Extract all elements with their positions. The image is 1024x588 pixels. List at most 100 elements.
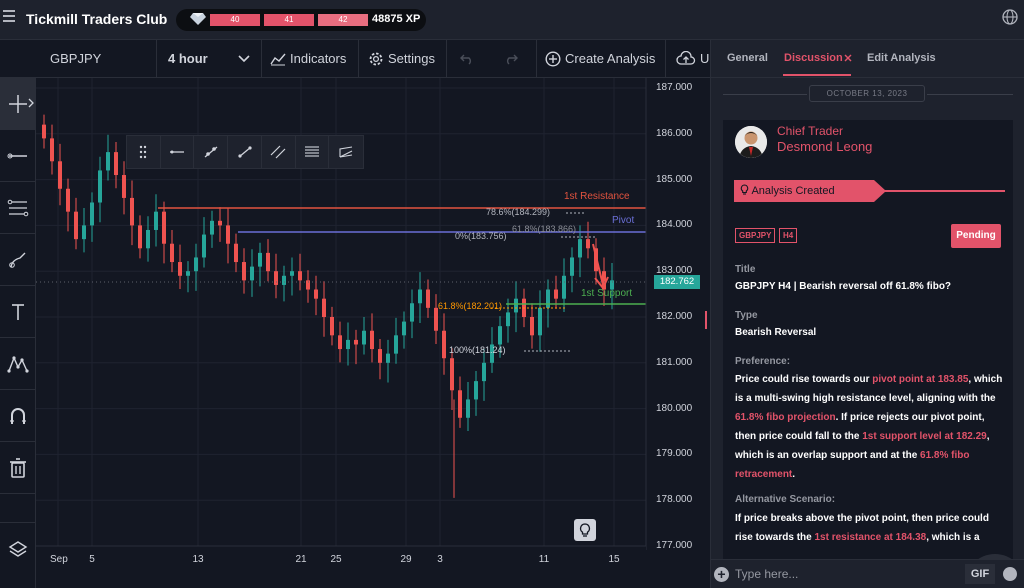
upload-icon[interactable] xyxy=(676,51,696,67)
candle xyxy=(98,170,102,203)
brush-icon xyxy=(9,252,26,268)
candle xyxy=(58,161,62,189)
pivot-label: Pivot xyxy=(612,215,635,226)
lightbulb-icon xyxy=(579,523,591,537)
plus-circle-icon[interactable] xyxy=(545,51,561,67)
fib-levels-icon xyxy=(304,146,319,157)
text-tool[interactable] xyxy=(0,286,36,338)
price-tick-label: 178.000 xyxy=(656,494,693,506)
channel-tool[interactable] xyxy=(262,136,296,168)
candle xyxy=(378,349,382,363)
delete-tool[interactable] xyxy=(0,442,36,494)
app-title: Tickmill Traders Club xyxy=(26,11,168,27)
pitchfork-icon xyxy=(339,146,353,158)
trendline-tool[interactable] xyxy=(0,130,36,182)
candle xyxy=(314,289,318,299)
pitchfork-tool[interactable] xyxy=(329,136,363,168)
candle xyxy=(282,275,286,285)
date-separator: OCTOBER 13, 2023 xyxy=(809,85,925,102)
candle xyxy=(338,335,342,350)
ray-tool[interactable] xyxy=(194,136,229,168)
symbol-tag: GBPJPY xyxy=(735,228,776,243)
horizontal-line-tool[interactable] xyxy=(161,136,195,168)
candle xyxy=(386,353,390,363)
ray-icon xyxy=(204,146,218,158)
interval-selector[interactable]: 4 hour xyxy=(168,40,208,78)
level-40: 40 xyxy=(210,14,260,26)
candle xyxy=(82,225,86,240)
emoji-icon[interactable] xyxy=(1003,567,1017,581)
price-tick-label: 182.000 xyxy=(656,311,693,322)
price-tick-label: 187.000 xyxy=(656,82,693,93)
drag-handle[interactable] xyxy=(127,136,161,168)
candle xyxy=(122,175,126,198)
price-chart[interactable]: 1st Resistance Pivot 1st Support 78.6%(1… xyxy=(36,78,710,588)
ideas-button[interactable] xyxy=(574,519,596,541)
tab-edit-analysis[interactable]: Edit Analysis xyxy=(867,52,936,64)
trendline-sub-tool[interactable] xyxy=(228,136,262,168)
candle xyxy=(210,220,214,235)
message-input[interactable] xyxy=(735,566,935,582)
drawing-subtoolbar xyxy=(126,135,364,169)
magnet-tool[interactable] xyxy=(0,390,36,442)
chevron-down-icon[interactable] xyxy=(238,54,250,64)
price-tick-label: 185.000 xyxy=(656,173,693,185)
candle xyxy=(234,243,238,263)
candle xyxy=(266,252,270,272)
candle xyxy=(362,330,366,345)
xp-value: 48875 XP xyxy=(372,13,421,25)
candle xyxy=(154,211,158,230)
crosshair-tool[interactable] xyxy=(0,78,36,130)
layers-tool[interactable] xyxy=(0,522,36,574)
settings-icon[interactable] xyxy=(368,51,384,67)
pattern-tool[interactable] xyxy=(0,338,36,390)
indicators-icon[interactable] xyxy=(270,52,286,66)
candle xyxy=(402,321,406,336)
pending-badge[interactable]: Pending xyxy=(951,224,1001,248)
panel-tabs: General Discussion Edit Analysis xyxy=(711,40,1024,78)
candle xyxy=(258,252,262,267)
gem-icon xyxy=(190,13,206,25)
candle xyxy=(482,362,486,382)
date-tick-label: 25 xyxy=(330,554,342,565)
candle xyxy=(450,358,454,391)
fib-sub-tool[interactable] xyxy=(296,136,330,168)
title-label: Title xyxy=(735,264,756,275)
close-icon[interactable] xyxy=(844,54,852,62)
level-41: 41 xyxy=(264,14,314,26)
candle xyxy=(170,243,174,263)
chevron-right-icon[interactable] xyxy=(28,98,34,108)
menu-icon[interactable] xyxy=(3,10,15,22)
pattern-icon xyxy=(7,355,29,373)
candle xyxy=(242,262,246,281)
candle xyxy=(290,271,294,276)
add-attachment-button[interactable]: + xyxy=(714,567,729,582)
timeframe-tag: H4 xyxy=(779,228,798,243)
candle xyxy=(546,289,550,308)
undo-icon[interactable] xyxy=(460,53,474,65)
fib-618-low-label: 61.8%(182.201) xyxy=(438,301,503,311)
candle xyxy=(130,197,134,226)
brush-tool[interactable] xyxy=(0,234,36,286)
fib-786-label: 78.6%(184.299) xyxy=(486,207,551,217)
tab-general[interactable]: General xyxy=(727,52,768,64)
tab-discussion[interactable]: Discussion xyxy=(784,52,843,64)
drawing-tools-sidebar xyxy=(0,78,36,588)
price-tick-label: 181.000 xyxy=(656,356,693,368)
symbol-selector[interactable]: GBPJPY xyxy=(50,40,101,78)
globe-icon[interactable] xyxy=(1002,9,1018,25)
trash-icon xyxy=(10,457,26,478)
settings-button[interactable]: Settings xyxy=(388,40,435,78)
gif-button[interactable]: GIF xyxy=(965,564,995,584)
candle xyxy=(394,335,398,354)
preference-label: Preference: xyxy=(735,356,791,367)
candle xyxy=(218,220,222,226)
indicators-button[interactable]: Indicators xyxy=(290,40,346,78)
redo-icon[interactable] xyxy=(504,53,518,65)
upload-button[interactable]: U xyxy=(700,40,709,78)
author-name[interactable]: Desmond Leong xyxy=(777,139,872,154)
support-label: 1st Support xyxy=(581,288,633,299)
fib-tool[interactable] xyxy=(0,182,36,234)
create-analysis-button[interactable]: Create Analysis xyxy=(565,40,655,78)
candle xyxy=(322,298,326,317)
